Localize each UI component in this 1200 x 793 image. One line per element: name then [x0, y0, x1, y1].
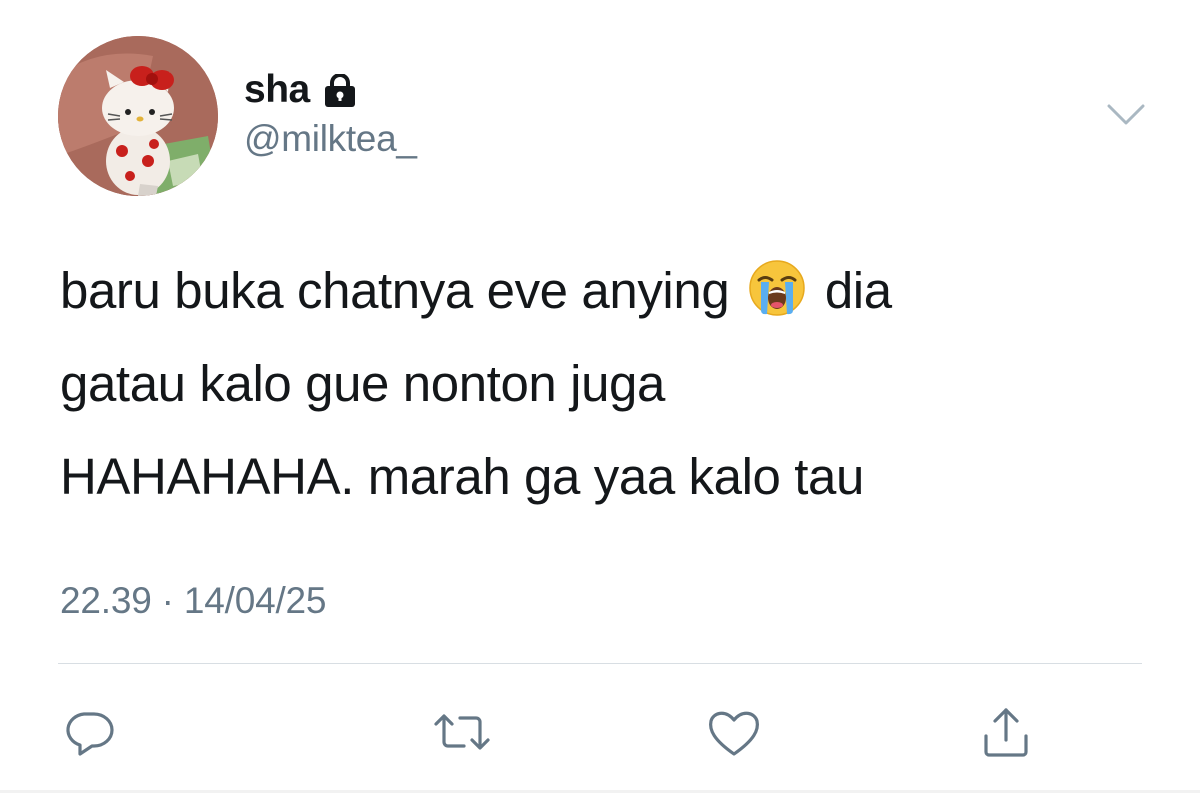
tweet-header: sha @milktea_: [58, 36, 1158, 196]
lock-icon: [322, 73, 358, 108]
tweet-text: baru buka chatnya eve anying dia gatau k…: [60, 244, 1150, 523]
share-button[interactable]: [974, 700, 1038, 764]
display-name[interactable]: sha: [244, 68, 310, 112]
user-handle[interactable]: @milktea_: [244, 118, 417, 160]
retweet-icon: [434, 714, 490, 750]
heart-icon: [709, 711, 759, 756]
avatar[interactable]: [58, 36, 218, 196]
tweet-line-1: baru buka chatnya eve anying dia: [60, 244, 1150, 337]
tweet-timestamp[interactable]: 22.39 · 14/04/25: [60, 580, 326, 622]
user-names: sha @milktea_: [244, 66, 417, 160]
reply-icon: [66, 712, 114, 756]
chevron-down-icon[interactable]: [1106, 102, 1146, 128]
share-icon: [984, 708, 1028, 757]
divider: [58, 663, 1142, 664]
tweet-line-1-start: baru buka chatnya eve anying: [60, 262, 744, 319]
loudly-crying-face-icon: [747, 254, 807, 316]
tweet-actions: [58, 690, 1142, 770]
tweet-line-2: gatau kalo gue nonton juga: [60, 355, 665, 412]
like-button[interactable]: [702, 700, 766, 764]
tweet-line-1-end: dia: [811, 262, 892, 319]
reply-button[interactable]: [58, 700, 122, 764]
avatar-image: [58, 36, 218, 196]
display-name-row: sha: [244, 66, 417, 114]
tweet-line-3: HAHAHAHA. marah ga yaa kalo tau: [60, 448, 864, 505]
tweet: sha @milktea_ baru buka chatnya eve anyi…: [0, 0, 1200, 793]
retweet-button[interactable]: [430, 700, 494, 764]
